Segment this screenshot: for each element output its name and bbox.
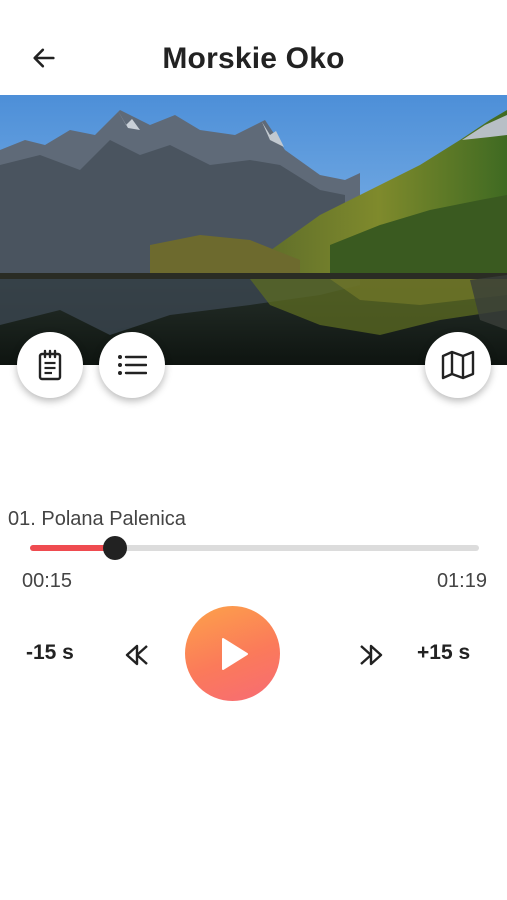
app-bar: Morskie Oko — [0, 0, 507, 95]
play-button[interactable] — [185, 606, 280, 701]
forward-15-button[interactable]: +15 s — [417, 641, 470, 665]
playlist-button[interactable] — [99, 332, 165, 398]
next-icon — [360, 644, 383, 666]
page-title: Morskie Oko — [162, 42, 345, 75]
previous-track-button[interactable] — [122, 640, 152, 670]
play-icon — [221, 637, 248, 670]
current-time: 00:15 — [22, 570, 73, 592]
next-track-button[interactable] — [356, 640, 386, 670]
notepad-icon — [38, 349, 62, 381]
previous-icon — [125, 644, 148, 666]
map-icon — [441, 350, 475, 380]
map-button[interactable] — [425, 332, 491, 398]
progress-thumb[interactable] — [103, 536, 128, 560]
notes-button[interactable] — [17, 332, 83, 398]
total-time: 01:19 — [436, 570, 487, 592]
progress-slider[interactable] — [30, 536, 479, 560]
rewind-15-button[interactable]: -15 s — [26, 641, 74, 665]
track-title: 01. Polana Palenica — [8, 508, 186, 530]
hero-image — [0, 95, 507, 365]
list-icon — [118, 355, 147, 375]
